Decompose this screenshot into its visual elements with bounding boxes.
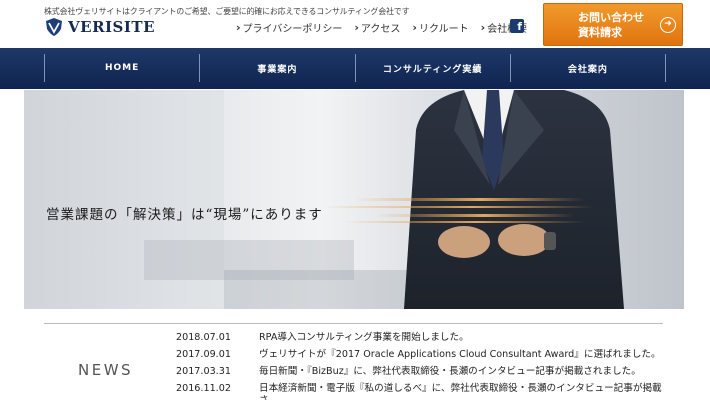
top-link-privacy[interactable]: › プライバシーポリシー bbox=[236, 20, 342, 35]
logo-wordmark: VERISITE bbox=[68, 18, 155, 36]
utility-nav: › プライバシーポリシー › アクセス › リクルート › 会社概要 bbox=[236, 20, 527, 35]
chevron-right-icon: › bbox=[236, 21, 241, 34]
hero-businessman-image bbox=[24, 90, 624, 309]
site-logo[interactable]: VERISITE bbox=[44, 17, 155, 37]
nav-company[interactable]: 会社案内 bbox=[509, 54, 666, 82]
top-link-access[interactable]: › アクセス bbox=[354, 20, 400, 35]
facebook-icon[interactable]: f bbox=[510, 19, 524, 33]
logo-shield-icon bbox=[46, 18, 62, 36]
chevron-right-icon: › bbox=[480, 21, 486, 34]
chevron-right-icon: › bbox=[354, 21, 359, 34]
top-link-recruit[interactable]: › リクルート bbox=[412, 20, 468, 35]
nav-services[interactable]: 事業案内 bbox=[199, 54, 354, 82]
contact-request-button[interactable]: お問い合わせ 資料請求 ➜ bbox=[543, 3, 683, 46]
news-date: 2016.11.02 bbox=[176, 383, 231, 394]
nav-consulting-results[interactable]: コンサルティング実績 bbox=[354, 54, 510, 82]
header-tagline: 株式会社ヴェリサイトはクライアントのご希望、ご要望に的確にお応えできるコンサルテ… bbox=[44, 7, 410, 16]
news-text: ヴェリサイトが『2017 Oracle Applications Cloud C… bbox=[259, 349, 661, 360]
news-item[interactable]: 2018.07.01 RPA導入コンサルティング事業を開始しました。 bbox=[176, 332, 666, 349]
nav-home[interactable]: HOME bbox=[44, 54, 199, 82]
main-navigation: HOME 事業案内 コンサルティング実績 会社案内 bbox=[0, 48, 710, 89]
news-date: 2017.03.31 bbox=[176, 366, 231, 377]
news-item[interactable]: 2016.11.02 日本経済新聞・電子版『私の道しるべ』に、弊社代表取締役・長… bbox=[176, 383, 666, 400]
news-text: RPA導入コンサルティング事業を開始しました。 bbox=[259, 332, 469, 343]
hero-caption: 営業課題の「解決策」は“現場”にあります bbox=[46, 207, 323, 223]
news-text: 日本経済新聞・電子版『私の道しるべ』に、弊社代表取締役・長瀬のインタビュー記事が… bbox=[259, 383, 662, 400]
news-date: 2017.09.01 bbox=[176, 349, 231, 360]
hero-banner: 営業課題の「解決策」は“現場”にあります bbox=[24, 90, 684, 309]
news-list: 2018.07.01 RPA導入コンサルティング事業を開始しました。 2017.… bbox=[176, 332, 666, 400]
news-item[interactable]: 2017.03.31 毎日新聞・『BizBuz』に、弊社代表取締役・長瀬のインタ… bbox=[176, 366, 666, 383]
section-divider bbox=[44, 323, 663, 324]
news-text: 毎日新聞・『BizBuz』に、弊社代表取締役・長瀬のインタビュー記事が掲載されま… bbox=[259, 366, 641, 377]
arrow-right-circle-icon: ➜ bbox=[660, 17, 676, 33]
chevron-right-icon: › bbox=[412, 21, 417, 34]
news-date: 2018.07.01 bbox=[176, 332, 231, 343]
news-item[interactable]: 2017.09.01 ヴェリサイトが『2017 Oracle Applicati… bbox=[176, 349, 666, 366]
news-heading: NEWS bbox=[78, 361, 134, 379]
